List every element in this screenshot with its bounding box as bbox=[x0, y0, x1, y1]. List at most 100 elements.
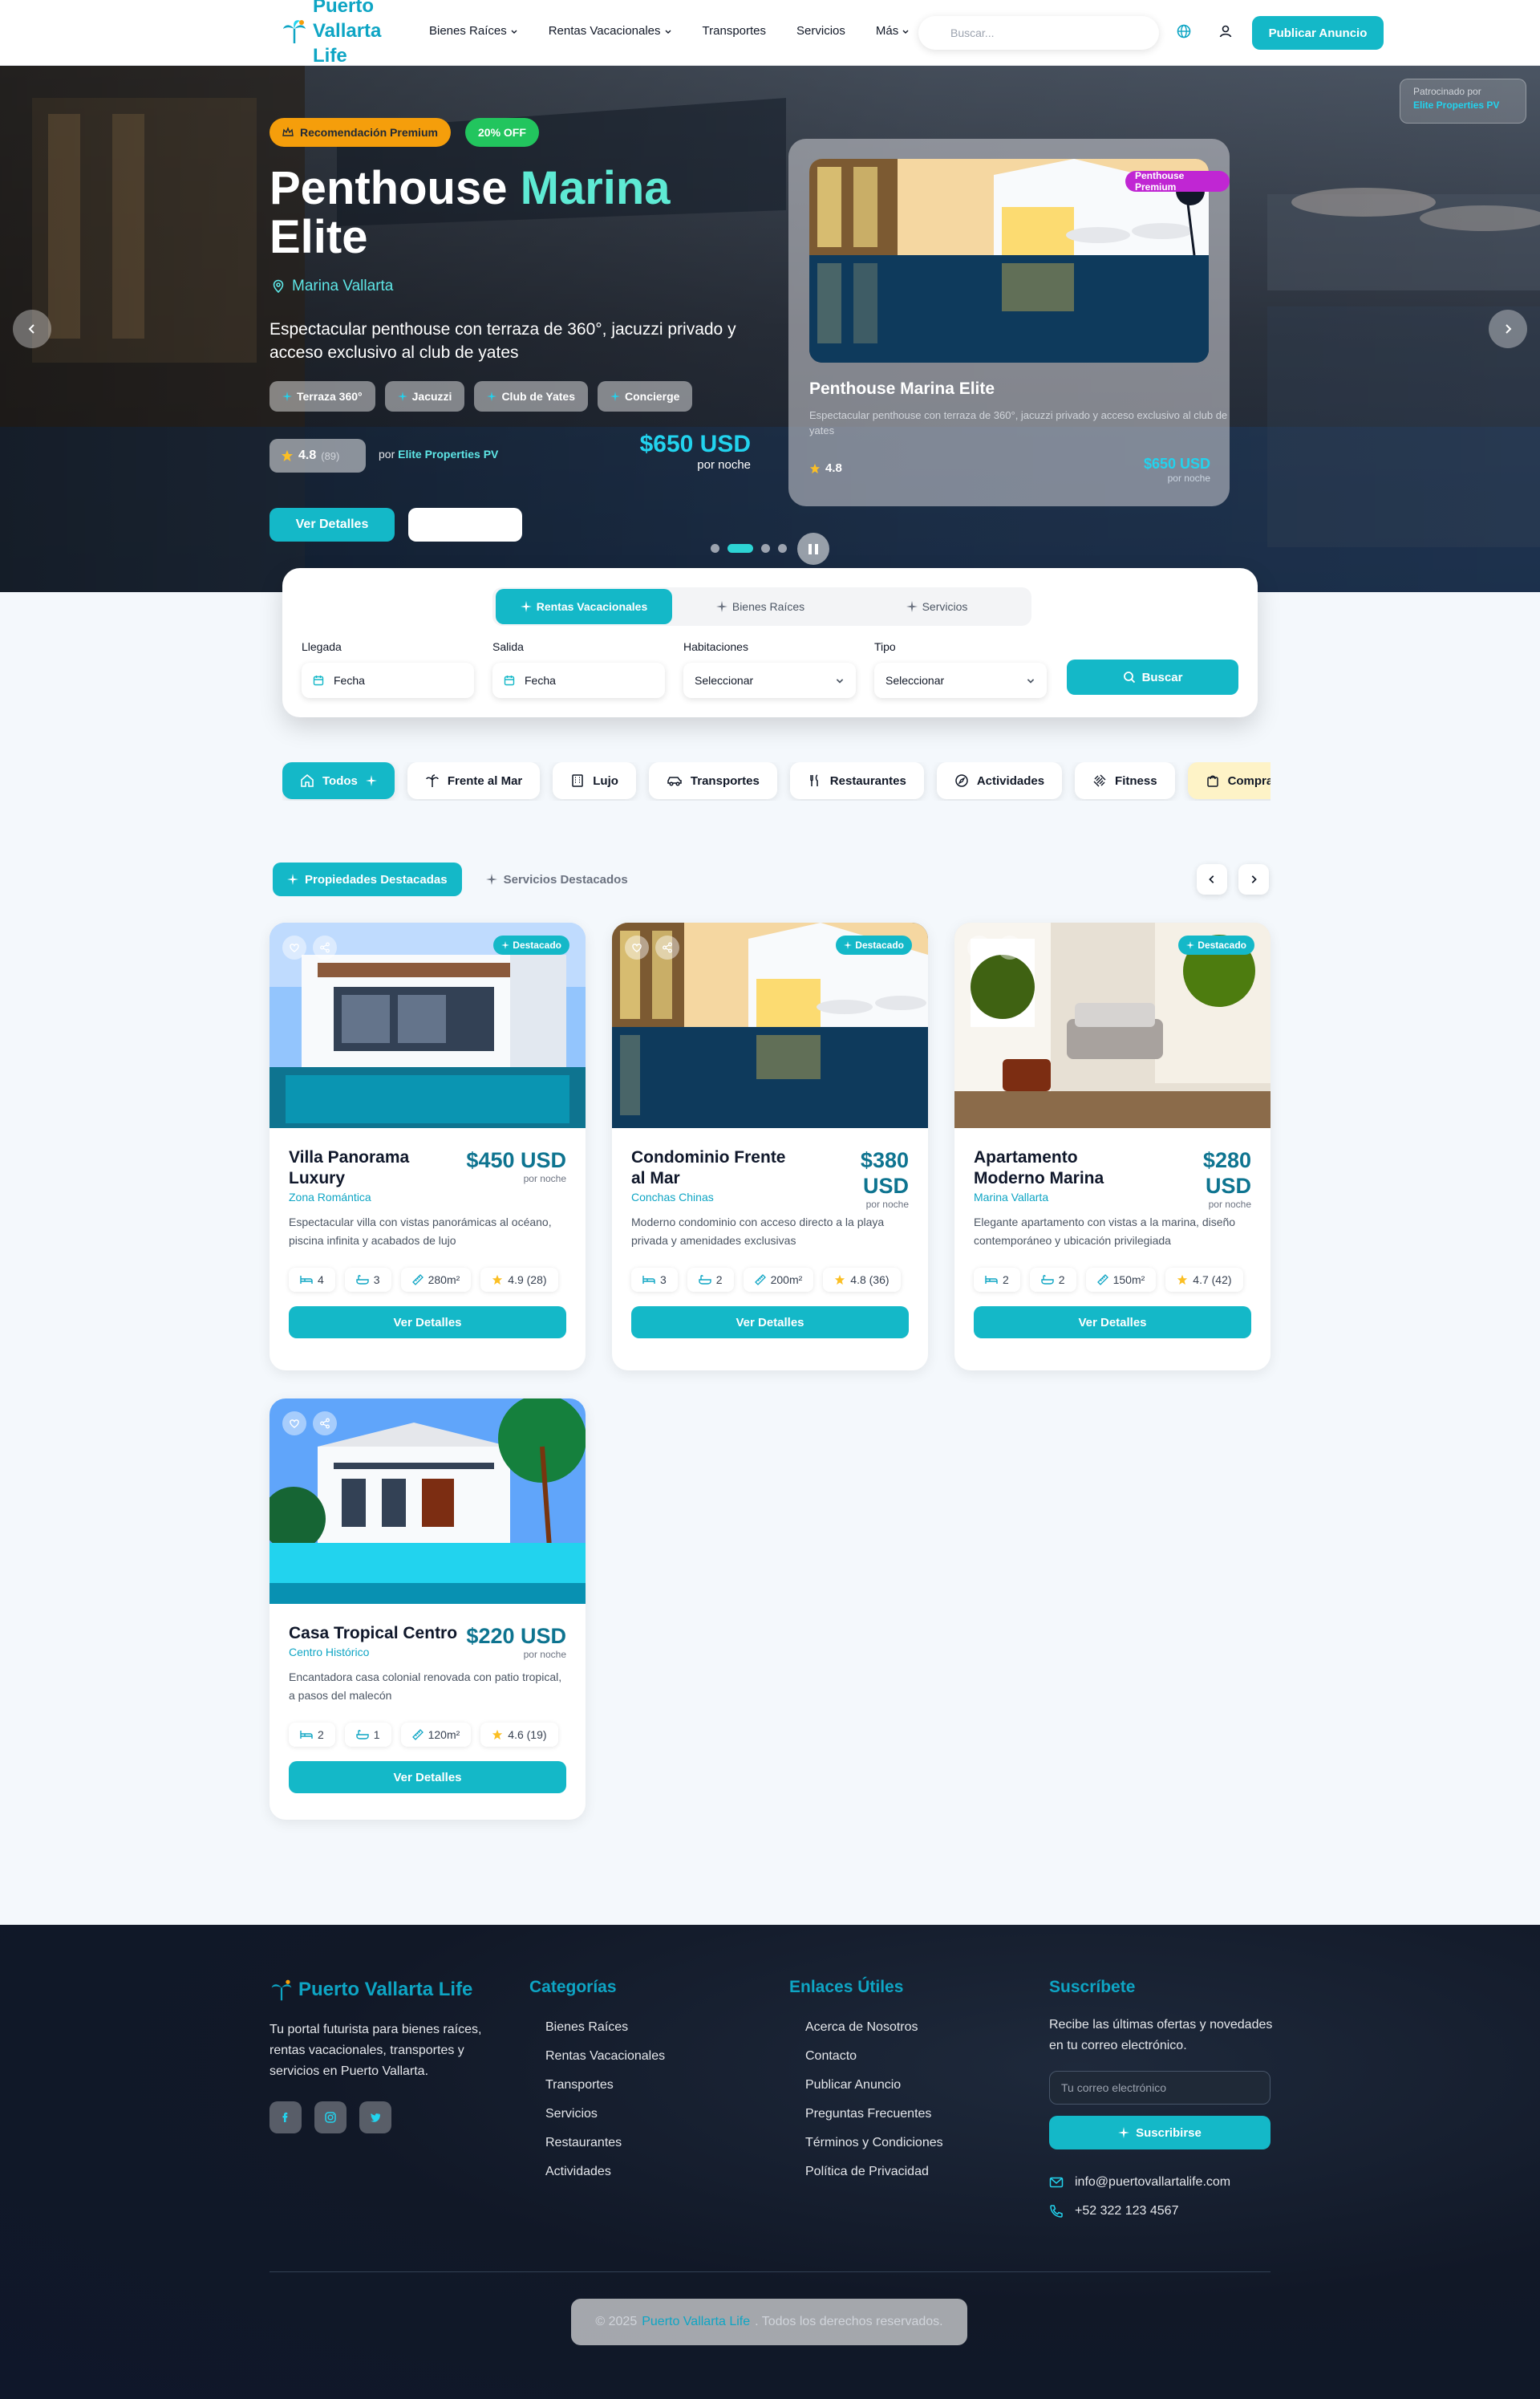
listing-price: $380 USD por noche bbox=[860, 1148, 909, 1210]
featured-prev-button[interactable] bbox=[1197, 864, 1227, 895]
category-compras[interactable]: Compras bbox=[1187, 762, 1270, 799]
footer-link[interactable]: Acerca de Nosotros bbox=[805, 2013, 943, 2042]
user-icon[interactable] bbox=[1218, 23, 1234, 39]
footer-link[interactable]: Política de Privacidad bbox=[805, 2157, 943, 2186]
tab-propiedades-destacadas[interactable]: Propiedades Destacadas bbox=[273, 863, 462, 896]
share-icon[interactable] bbox=[313, 1411, 337, 1435]
rating-stat: 4.9 (28) bbox=[480, 1268, 558, 1292]
hero-details-button[interactable]: Ver Detalles bbox=[270, 508, 395, 542]
dumbbell-icon bbox=[1093, 774, 1106, 787]
footer-link[interactable]: Servicios bbox=[545, 2100, 665, 2129]
baths-stat: 2 bbox=[687, 1268, 734, 1292]
footer-link[interactable]: Publicar Anuncio bbox=[805, 2071, 943, 2100]
footer-brand[interactable]: Puerto Vallarta Life bbox=[270, 1978, 502, 2002]
carousel-pause-button[interactable] bbox=[797, 533, 829, 565]
footer-heading: Categorías bbox=[529, 1978, 617, 1996]
area-stat: 120m² bbox=[400, 1723, 472, 1747]
tab-bienes-raices[interactable]: Bienes Raíces bbox=[672, 589, 849, 624]
nav-item-rentas[interactable]: Rentas Vacacionales bbox=[549, 24, 672, 38]
listing-card[interactable]: Destacado Villa Panorama Luxury Zona Rom… bbox=[270, 923, 586, 1370]
calendar-icon bbox=[313, 676, 324, 686]
share-icon[interactable] bbox=[655, 936, 679, 960]
utensils-icon bbox=[810, 774, 818, 786]
category-todos[interactable]: Todos bbox=[282, 762, 395, 799]
category-actividades[interactable]: Actividades bbox=[936, 762, 1063, 799]
nav-item-bienes-raices[interactable]: Bienes Raíces bbox=[429, 24, 518, 38]
category-frente-al-mar[interactable]: Frente al Mar bbox=[407, 762, 541, 799]
rooms-select[interactable]: Seleccionar bbox=[683, 663, 856, 698]
tab-servicios-destacados[interactable]: Servicios Destacados bbox=[472, 863, 642, 896]
category-fitness[interactable]: Fitness bbox=[1075, 762, 1175, 799]
carousel-next-button[interactable] bbox=[1489, 310, 1527, 348]
heart-icon[interactable] bbox=[282, 1411, 306, 1435]
rating-count: (89) bbox=[321, 449, 340, 462]
footer-link[interactable]: Rentas Vacacionales bbox=[545, 2042, 665, 2071]
instagram-icon[interactable] bbox=[314, 2101, 346, 2133]
checkin-date-field[interactable]: Fecha bbox=[302, 663, 474, 698]
carousel-dot[interactable] bbox=[761, 544, 770, 553]
contact-phone[interactable]: +52 322 123 4567 bbox=[1049, 2204, 1274, 2218]
bath-icon bbox=[356, 1275, 369, 1285]
footer-link[interactable]: Contacto bbox=[805, 2042, 943, 2071]
view-details-button[interactable]: Ver Detalles bbox=[289, 1761, 566, 1793]
facebook-icon[interactable] bbox=[270, 2101, 302, 2133]
checkout-date-field[interactable]: Fecha bbox=[492, 663, 665, 698]
globe-icon[interactable] bbox=[1176, 23, 1192, 39]
hero-location: Marina Vallarta bbox=[271, 278, 393, 295]
category-lujo[interactable]: Lujo bbox=[553, 762, 636, 799]
carousel-dot[interactable] bbox=[778, 544, 787, 553]
listing-card[interactable]: Casa Tropical Centro Centro Histórico $2… bbox=[270, 1398, 586, 1820]
area-stat: 200m² bbox=[743, 1268, 814, 1292]
view-details-button[interactable]: Ver Detalles bbox=[631, 1306, 909, 1338]
carousel-dot[interactable] bbox=[711, 544, 719, 553]
footer-link[interactable]: Restaurantes bbox=[545, 2129, 665, 2157]
tab-rentas-vacacionales[interactable]: Rentas Vacacionales bbox=[496, 589, 672, 624]
publish-listing-button[interactable]: Publicar Anuncio bbox=[1252, 16, 1384, 50]
hero-preview-card[interactable]: Penthouse Premium Penthouse Marina Elite… bbox=[788, 139, 1230, 506]
listing-card[interactable]: Destacado Apartamento Moderno Marina Mar… bbox=[954, 923, 1270, 1370]
sparkle-icon bbox=[610, 392, 620, 401]
footer-links: Enlaces Útiles Acerca de Nosotros Contac… bbox=[789, 1978, 943, 2186]
view-details-button[interactable]: Ver Detalles bbox=[974, 1306, 1251, 1338]
site-logo[interactable]: Puerto Vallarta Life bbox=[281, 0, 381, 68]
heart-icon[interactable] bbox=[282, 936, 306, 960]
hero-secondary-button[interactable] bbox=[408, 508, 522, 542]
category-restaurantes[interactable]: Restaurantes bbox=[789, 762, 924, 799]
heart-icon[interactable] bbox=[625, 936, 649, 960]
share-icon[interactable] bbox=[998, 936, 1022, 960]
rating-stat: 4.8 (36) bbox=[823, 1268, 901, 1292]
nav-item-transportes[interactable]: Transportes bbox=[703, 24, 766, 38]
badge-label: Recomendación Premium bbox=[300, 126, 438, 139]
logo-text-line: Vallarta bbox=[313, 20, 382, 42]
twitter-icon[interactable] bbox=[359, 2101, 391, 2133]
listing-price: $280 USD por noche bbox=[1202, 1148, 1251, 1210]
footer-link[interactable]: Bienes Raíces bbox=[545, 2013, 665, 2042]
nav-item-mas[interactable]: Más bbox=[876, 24, 910, 38]
footer-link[interactable]: Transportes bbox=[545, 2071, 665, 2100]
type-select[interactable]: Seleccionar bbox=[874, 663, 1047, 698]
footer-link[interactable]: Términos y Condiciones bbox=[805, 2129, 943, 2157]
hero-title: Penthouse Marina Elite bbox=[270, 162, 671, 263]
contact-email[interactable]: info@puertovallartalife.com bbox=[1049, 2175, 1274, 2190]
hero-agent: por Elite Properties PV bbox=[379, 448, 499, 461]
carousel-dot[interactable] bbox=[727, 544, 753, 553]
listing-stats: 4 3 280m² 4.9 (28) bbox=[289, 1268, 566, 1292]
subscribe-button[interactable]: Suscribirse bbox=[1049, 2116, 1270, 2149]
category-transportes[interactable]: Transportes bbox=[648, 762, 777, 799]
sparkle-icon bbox=[282, 392, 292, 401]
listing-card[interactable]: Destacado Condominio Frente al Mar Conch… bbox=[612, 923, 928, 1370]
view-details-button[interactable]: Ver Detalles bbox=[289, 1306, 566, 1338]
search-input[interactable]: Buscar... bbox=[918, 16, 1159, 50]
tab-servicios[interactable]: Servicios bbox=[849, 589, 1025, 624]
footer-link[interactable]: Preguntas Frecuentes bbox=[805, 2100, 943, 2129]
footer-link[interactable]: Actividades bbox=[545, 2157, 665, 2186]
footer-about: Puerto Vallarta Life Tu portal futurista… bbox=[270, 1978, 502, 2133]
featured-next-button[interactable] bbox=[1238, 864, 1269, 895]
nav-item-servicios[interactable]: Servicios bbox=[796, 24, 845, 38]
carousel-prev-button[interactable] bbox=[13, 310, 51, 348]
share-icon[interactable] bbox=[313, 936, 337, 960]
newsletter-email-input[interactable]: Tu correo electrónico bbox=[1049, 2071, 1270, 2105]
heart-icon[interactable] bbox=[967, 936, 991, 960]
hero-card-description: Espectacular penthouse con terraza de 36… bbox=[809, 409, 1228, 436]
search-button[interactable]: Buscar bbox=[1067, 660, 1238, 695]
